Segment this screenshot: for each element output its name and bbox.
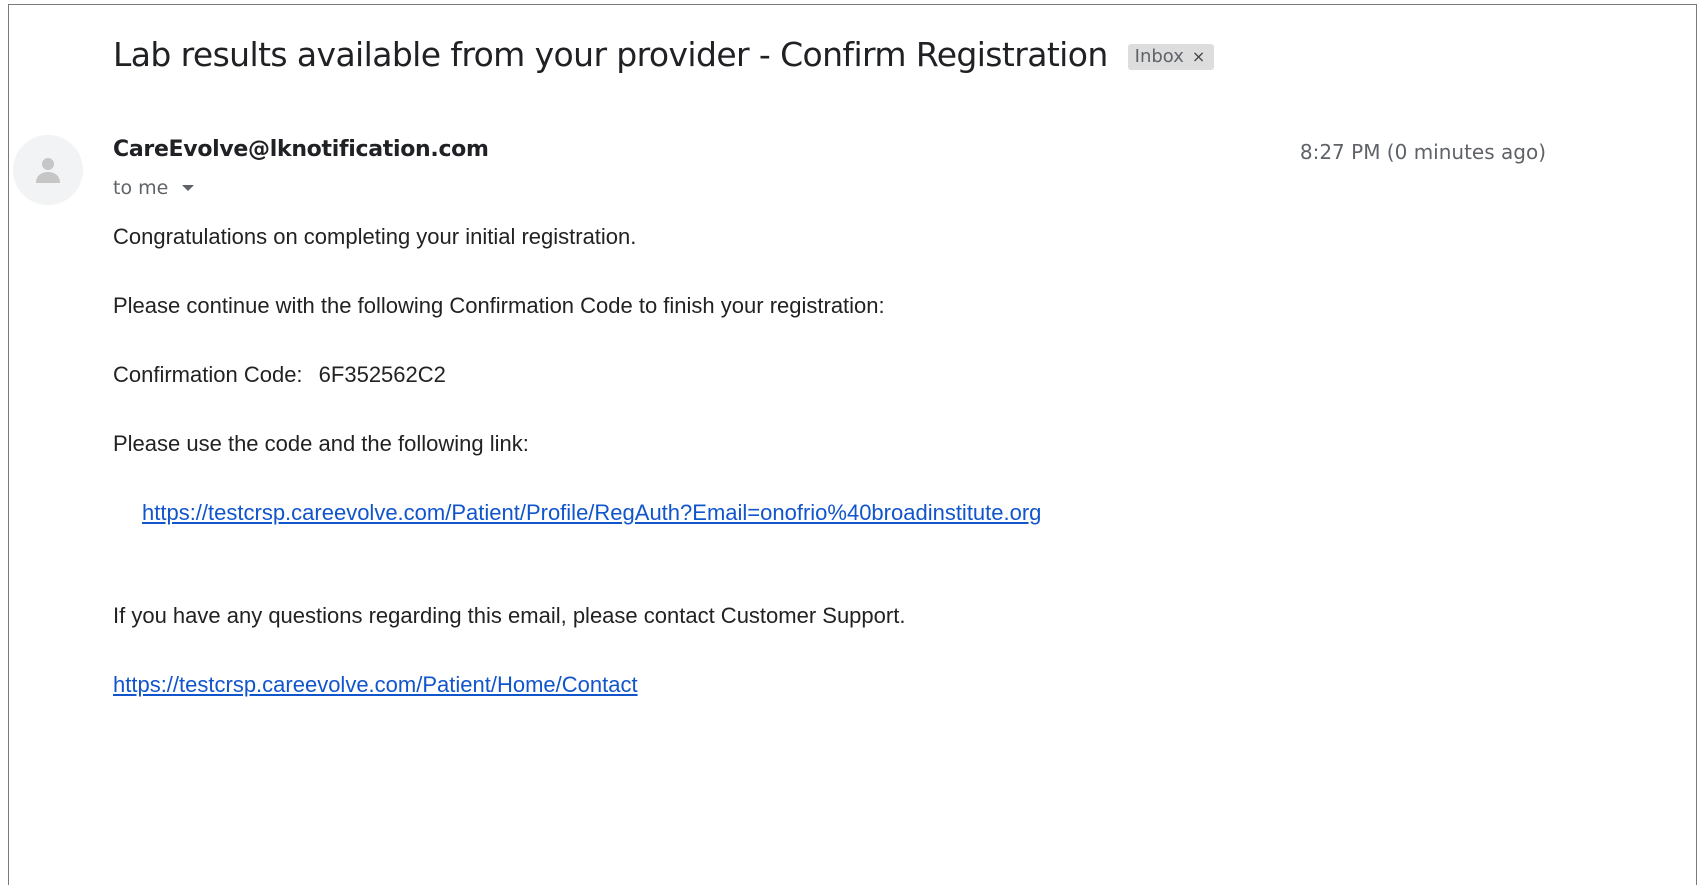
subject-row: Lab results available from your provider…: [113, 35, 1215, 74]
recipient-details[interactable]: to me: [113, 177, 195, 199]
confirmation-code-value: 6F352562C2: [318, 362, 446, 387]
sender-address[interactable]: CareEvolve@lknotification.com: [113, 137, 489, 162]
email-frame: Lab results available from your provider…: [8, 4, 1697, 885]
remove-label-icon[interactable]: ×: [1192, 47, 1205, 66]
contact-link[interactable]: https://testcrsp.careevolve.com/Patient/…: [113, 672, 638, 698]
inbox-label-text: Inbox: [1134, 46, 1184, 67]
inbox-label[interactable]: Inbox ×: [1127, 43, 1215, 70]
avatar[interactable]: [13, 135, 83, 205]
body-instructions: Please continue with the following Confi…: [113, 293, 885, 318]
registration-link[interactable]: https://testcrsp.careevolve.com/Patient/…: [142, 500, 1041, 526]
caret-down-icon[interactable]: [182, 185, 195, 191]
person-icon: [36, 158, 60, 183]
confirmation-code-label: Confirmation Code:: [113, 362, 303, 387]
confirmation-code-line: Confirmation Code: 6F352562C2: [113, 362, 446, 388]
body-link-instructions: Please use the code and the following li…: [113, 431, 529, 456]
body-support-text: If you have any questions regarding this…: [113, 603, 906, 628]
email-subject: Lab results available from your provider…: [113, 35, 1108, 74]
body-congratulations: Congratulations on completing your initi…: [113, 224, 637, 249]
recipient-text: to me: [113, 177, 169, 199]
email-timestamp: 8:27 PM (0 minutes ago): [1299, 140, 1546, 164]
